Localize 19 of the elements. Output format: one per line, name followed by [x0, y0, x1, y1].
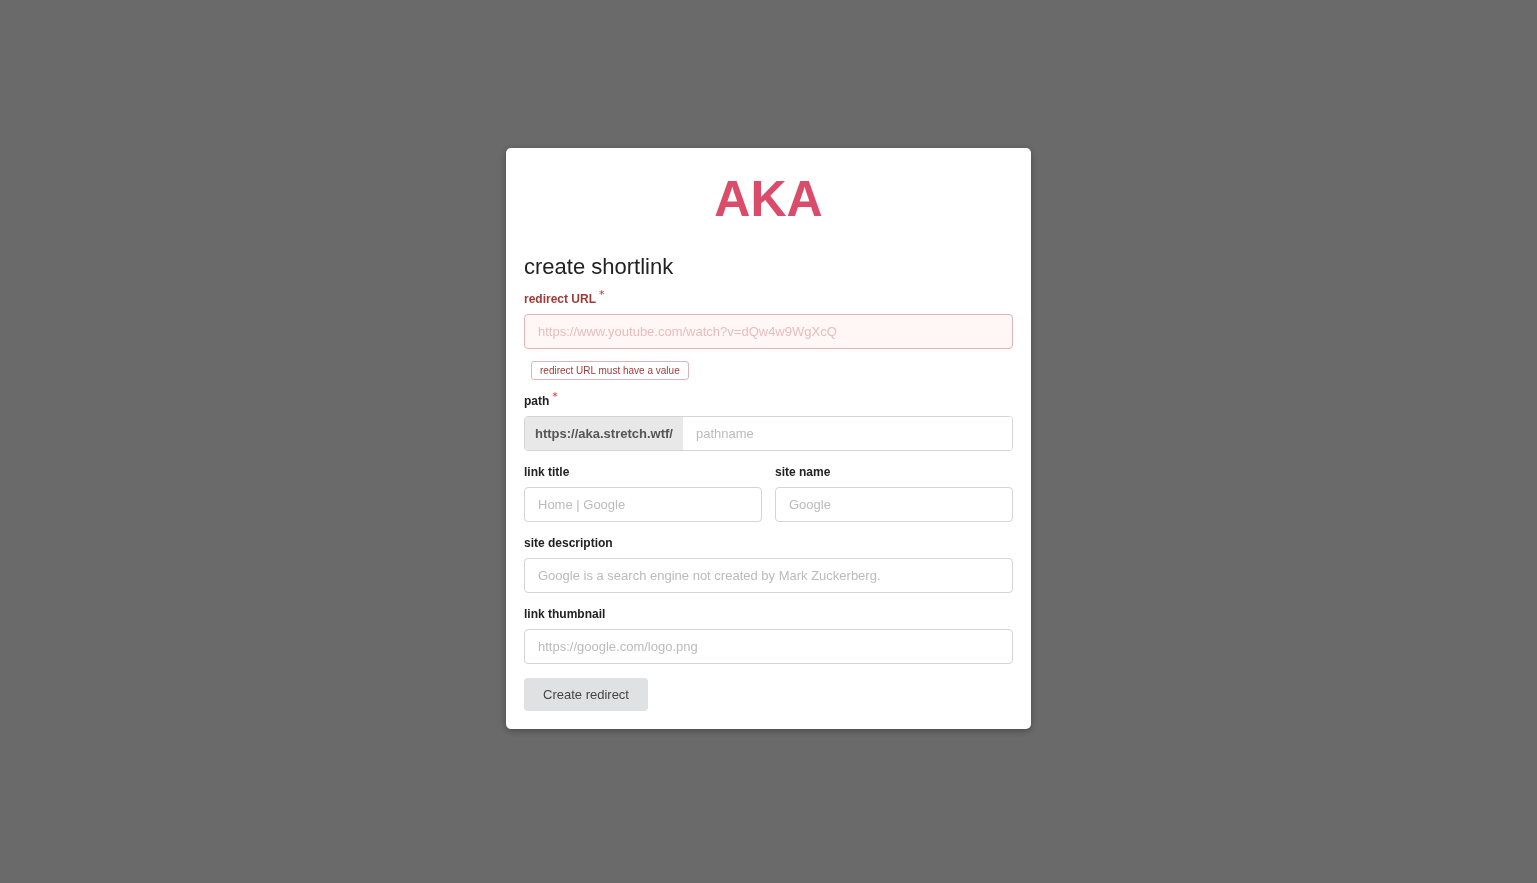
required-mark: *	[552, 390, 558, 403]
input-field[interactable]: Google	[775, 487, 1013, 522]
create-redirect-button[interactable]: Create redirect	[524, 678, 648, 711]
field-label: link title	[524, 465, 570, 479]
field-label: site description	[524, 536, 613, 550]
field-label: link thumbnail	[524, 607, 606, 621]
field-label: redirect URL	[524, 292, 597, 306]
input-field[interactable]: Home | Google	[524, 487, 762, 522]
path-field[interactable]: https://aka.stretch.wtf/ pathname	[524, 416, 1013, 451]
form-heading: create shortlink	[524, 254, 675, 280]
field-label: site name	[775, 465, 831, 479]
logo: AKA	[713, 170, 824, 228]
url-prefix: https://aka.stretch.wtf/	[525, 417, 683, 450]
field-label: path	[524, 394, 550, 408]
required-mark: *	[599, 288, 605, 301]
input-field[interactable]: Google is a search engine not created by Mark Zuckerberg.	[524, 558, 1013, 593]
input-field[interactable]: https://www.youtube.com/watch?v=dQw4w9WgXcQ	[524, 314, 1013, 349]
input-field[interactable]: https://google.com/logo.png	[524, 629, 1013, 664]
error-tooltip: redirect URL must have a value	[531, 361, 689, 380]
